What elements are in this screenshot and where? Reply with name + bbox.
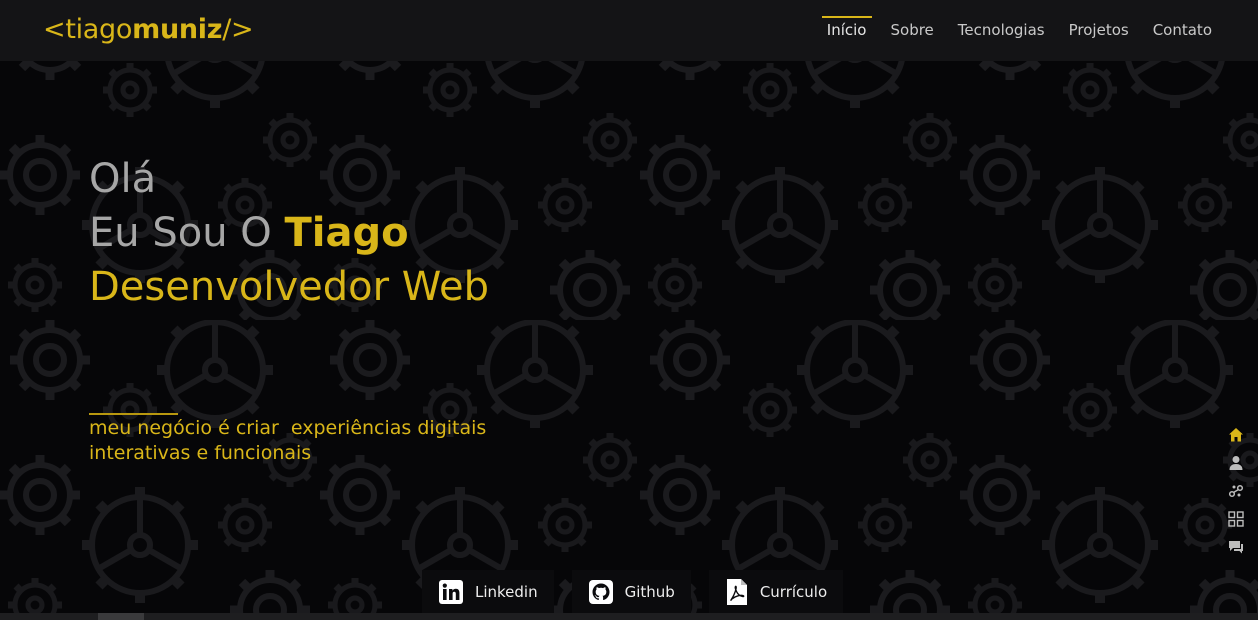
linkedin-button[interactable]: Linkedin xyxy=(422,570,554,614)
tech-icon xyxy=(1228,484,1244,498)
social-links: Linkedin Github Currículo xyxy=(422,570,861,614)
nav-item-tecnologias[interactable]: Tecnologias xyxy=(946,0,1057,61)
hero-name: Tiago xyxy=(284,210,409,256)
side-nav-home[interactable] xyxy=(1227,426,1245,444)
navbar: <tiagomuniz/> Início Sobre Tecnologias P… xyxy=(0,0,1258,61)
scrollbar-thumb[interactable] xyxy=(98,613,144,620)
linkedin-label: Linkedin xyxy=(475,583,538,601)
side-nav-about[interactable] xyxy=(1227,454,1245,472)
hero: Olá Eu Sou O Tiago Desenvolvedor Web xyxy=(89,152,489,314)
tagline-line-2: interativas e funcionais xyxy=(89,442,312,464)
page: <tiagomuniz/> Início Sobre Tecnologias P… xyxy=(0,0,1258,620)
nav-item-projetos[interactable]: Projetos xyxy=(1057,0,1141,61)
tagline-line-1: meu negócio é criar experiências digitai… xyxy=(89,417,487,439)
logo-open: <tiago xyxy=(43,14,133,45)
side-nav-tech[interactable] xyxy=(1227,482,1245,500)
side-nav-contact[interactable] xyxy=(1227,538,1245,556)
user-icon xyxy=(1229,456,1243,470)
linkedin-icon xyxy=(439,580,463,604)
horizontal-scrollbar[interactable] xyxy=(0,613,1258,620)
nav-item-sobre[interactable]: Sobre xyxy=(879,0,946,61)
tagline: meu negócio é criar experiências digitai… xyxy=(89,416,529,466)
hero-greeting: Olá xyxy=(89,156,157,202)
hero-intro: Eu Sou O xyxy=(89,210,285,256)
nav-item-contato[interactable]: Contato xyxy=(1141,0,1224,61)
side-nav-projects[interactable] xyxy=(1227,510,1245,528)
curriculo-button[interactable]: Currículo xyxy=(708,570,844,614)
tagline-divider xyxy=(89,413,178,415)
pdf-file-icon xyxy=(726,579,747,605)
nav-item-inicio[interactable]: Início xyxy=(815,0,879,61)
hero-intro-line: Eu Sou O Tiago xyxy=(89,206,489,260)
logo[interactable]: <tiagomuniz/> xyxy=(43,13,254,47)
chat-icon xyxy=(1229,541,1243,554)
side-nav xyxy=(1227,426,1245,566)
main-nav: Início Sobre Tecnologias Projetos Contat… xyxy=(815,0,1224,61)
grid-icon xyxy=(1228,511,1244,527)
hero-role: Desenvolvedor Web xyxy=(89,264,489,310)
github-label: Github xyxy=(624,583,675,601)
github-button[interactable]: Github xyxy=(571,570,691,614)
curriculo-label: Currículo xyxy=(759,583,828,601)
github-icon xyxy=(588,580,613,604)
logo-bold: muniz xyxy=(132,14,223,45)
home-icon xyxy=(1229,428,1243,442)
logo-close: /> xyxy=(222,14,254,45)
